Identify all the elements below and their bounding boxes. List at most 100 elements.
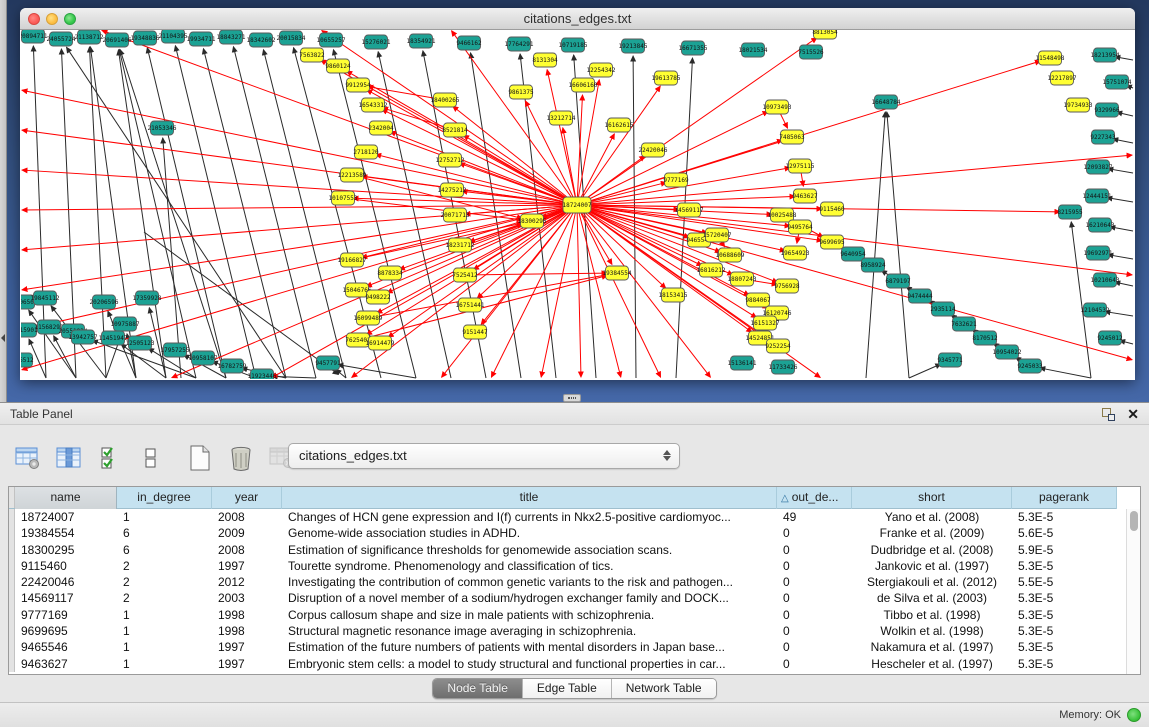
column-header-in_degree[interactable]: in_degree: [117, 487, 212, 509]
table-row[interactable]: 2242004622012Investigating the contribut…: [9, 574, 1117, 590]
graph-node[interactable]: 9252254: [765, 339, 791, 353]
cell-short[interactable]: Yano et al. (2008): [852, 509, 1012, 525]
graph-node[interactable]: 9151447: [462, 325, 488, 339]
cell-title[interactable]: Tourette syndrome. Phenomenology and cla…: [282, 558, 777, 574]
table-row[interactable]: 946554611997Estimation of the future num…: [9, 639, 1117, 655]
cell-title[interactable]: Estimation of significance thresholds fo…: [282, 542, 777, 558]
graph-node[interactable]: 7525412: [452, 268, 478, 282]
network-view-window[interactable]: citations_edges.txt 20894711240557242113…: [20, 8, 1135, 380]
cell-in_degree[interactable]: 2: [117, 574, 212, 590]
graph-node[interactable]: 8131304: [532, 53, 558, 67]
cell-out_de[interactable]: 49: [777, 509, 852, 525]
cell-in_degree[interactable]: 1: [117, 623, 212, 639]
cell-short[interactable]: Hescheler et al. (1997): [852, 656, 1012, 672]
tab-node-table[interactable]: Node Table: [433, 679, 523, 698]
graph-node[interactable]: 19692971: [1084, 246, 1113, 260]
cell-title[interactable]: Structural magnetic resonance image aver…: [282, 623, 777, 639]
cell-short[interactable]: Franke et al. (2009): [852, 525, 1012, 541]
graph-node[interactable]: 16751441: [456, 298, 485, 312]
graph-node[interactable]: 8958924: [860, 258, 886, 272]
cell-out_de[interactable]: 0: [777, 639, 852, 655]
graph-node[interactable]: 2718120: [353, 145, 379, 159]
cell-year[interactable]: 1998: [212, 623, 282, 639]
cell-year[interactable]: 1998: [212, 607, 282, 623]
scrollbar-thumb[interactable]: [1130, 511, 1138, 531]
graph-node[interactable]: 19845112: [31, 291, 60, 305]
table-row[interactable]: 977716911998Corpus callosum shape and si…: [9, 607, 1117, 623]
graph-node[interactable]: 18400265: [431, 93, 460, 107]
cell-in_degree[interactable]: 1: [117, 509, 212, 525]
graph-node[interactable]: 17764291: [505, 37, 534, 51]
graph-node[interactable]: 19934711: [187, 32, 216, 46]
cell-year[interactable]: 1997: [212, 558, 282, 574]
graph-node[interactable]: 16671355: [679, 41, 708, 55]
graph-node[interactable]: 15720407: [703, 228, 732, 242]
collapse-arrow-icon[interactable]: [1, 334, 5, 342]
graph-node[interactable]: 15751074: [1103, 75, 1132, 89]
graph-node[interactable]: 16606160: [569, 78, 598, 92]
cell-short[interactable]: Stergiakouli et al. (2012): [852, 574, 1012, 590]
graph-node[interactable]: 18807243: [728, 272, 757, 286]
graph-node[interactable]: 14569117: [675, 203, 704, 217]
cell-title[interactable]: Genome-wide association studies in ADHD.: [282, 525, 777, 541]
graph-node[interactable]: 9457791: [315, 356, 341, 370]
graph-node[interactable]: 18153415: [659, 288, 688, 302]
table-columns-button[interactable]: [53, 442, 85, 474]
graph-node[interactable]: 9860124: [325, 59, 351, 73]
table-row[interactable]: 1456911722003Disruption of a novel membe…: [9, 590, 1117, 606]
graph-node[interactable]: 11451947: [99, 331, 128, 345]
graph-node[interactable]: 15136141: [728, 356, 757, 370]
graph-node[interactable]: 21104395: [159, 30, 188, 43]
cell-short[interactable]: Jankovic et al. (1997): [852, 558, 1012, 574]
graph-node[interactable]: 18300295: [518, 214, 547, 228]
cell-year[interactable]: 1997: [212, 639, 282, 655]
graph-node[interactable]: 17359928: [133, 291, 162, 305]
graph-node[interactable]: 2935114: [930, 302, 956, 316]
cell-title[interactable]: Disruption of a novel member of a sodium…: [282, 590, 777, 606]
graph-node[interactable]: 8170512: [972, 331, 998, 345]
graph-node[interactable]: 19384554: [603, 266, 632, 280]
cell-name[interactable]: 9777169: [15, 607, 117, 623]
graph-node[interactable]: 12975115: [786, 159, 815, 173]
graph-node[interactable]: 20015834: [277, 31, 306, 45]
graph-node[interactable]: 16914479: [366, 336, 395, 350]
graph-node[interactable]: 12217897: [1048, 71, 1077, 85]
cell-pagerank[interactable]: 5.6E-5: [1012, 525, 1117, 541]
cell-out_de[interactable]: 0: [777, 590, 852, 606]
table-row[interactable]: 1830029562008Estimation of significance …: [9, 542, 1117, 558]
column-header-short[interactable]: short: [852, 487, 1012, 509]
graph-node[interactable]: 19613785: [652, 71, 681, 85]
graph-node[interactable]: 21053346: [148, 121, 177, 135]
table-selector-dropdown[interactable]: citations_edges.txt: [288, 443, 680, 469]
column-header-pagerank[interactable]: pagerank: [1012, 487, 1117, 509]
graph-node[interactable]: 20691406: [103, 33, 132, 47]
cell-pagerank[interactable]: 5.9E-5: [1012, 542, 1117, 558]
cell-name[interactable]: 22420046: [15, 574, 117, 590]
cell-short[interactable]: de Silva et al. (2003): [852, 590, 1012, 606]
cell-name[interactable]: 9463627: [15, 656, 117, 672]
table-scrollbar[interactable]: [1126, 509, 1140, 674]
graph-node[interactable]: 12104532: [1081, 303, 1110, 317]
graph-node[interactable]: 18354921: [407, 34, 436, 48]
graph-node[interactable]: 9115460: [819, 202, 845, 216]
cell-in_degree[interactable]: 2: [117, 558, 212, 574]
graph-node[interactable]: 16162615: [605, 118, 634, 132]
cell-out_de[interactable]: 0: [777, 607, 852, 623]
cell-title[interactable]: Estimation of the future numbers of pati…: [282, 639, 777, 655]
graph-node[interactable]: 8215955: [1057, 205, 1083, 219]
graph-node[interactable]: 16151327: [751, 316, 780, 330]
cell-pagerank[interactable]: 5.3E-5: [1012, 509, 1117, 525]
float-window-icon[interactable]: [1102, 408, 1115, 421]
split-pane-grip[interactable]: [563, 394, 581, 402]
graph-node[interactable]: 9699695: [819, 235, 845, 249]
cell-name[interactable]: 9699695: [15, 623, 117, 639]
cell-short[interactable]: Nakamura et al. (1997): [852, 639, 1012, 655]
graph-node[interactable]: 19213845: [619, 39, 648, 53]
graph-node[interactable]: 9227343: [1090, 130, 1116, 144]
graph-node[interactable]: 9912954: [345, 78, 371, 92]
graph-node[interactable]: 19348836: [131, 31, 160, 45]
cell-name[interactable]: 18300295: [15, 542, 117, 558]
cell-title[interactable]: Changes of HCN gene expression and I(f) …: [282, 509, 777, 525]
graph-node[interactable]: 12093827: [1084, 160, 1113, 174]
graph-node[interactable]: 9245012: [1097, 331, 1123, 345]
